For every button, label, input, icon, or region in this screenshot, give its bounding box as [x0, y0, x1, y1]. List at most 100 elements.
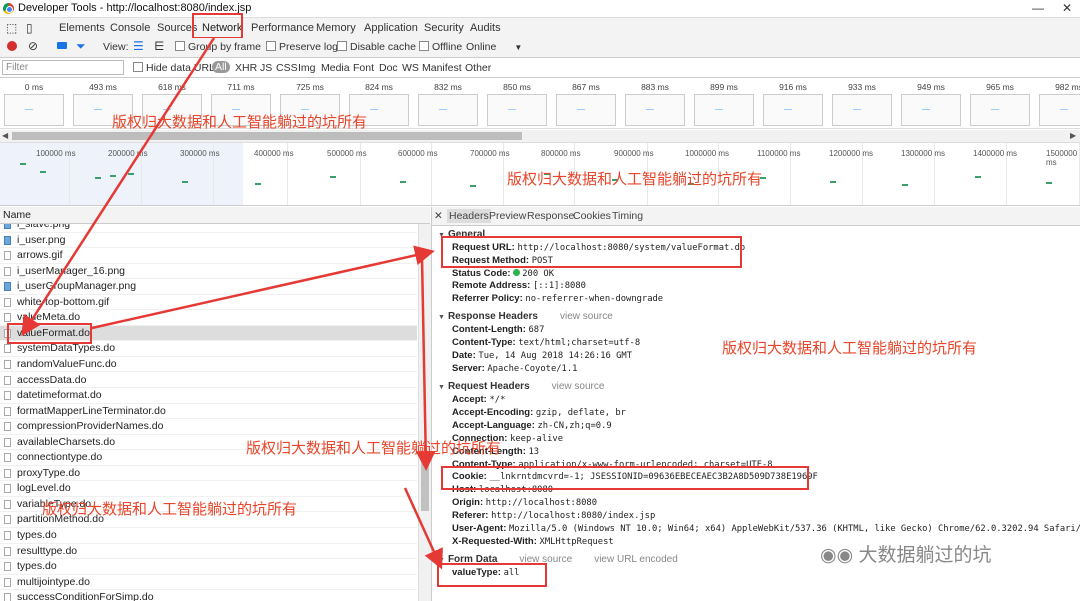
tab-security[interactable]: Security: [424, 22, 464, 34]
throttling-select[interactable]: Online ▼: [466, 41, 522, 53]
request-list-scrollbar[interactable]: [418, 224, 431, 601]
request-row[interactable]: types.do: [0, 528, 417, 544]
request-row[interactable]: i_slave.png: [0, 224, 417, 233]
scrollbar-thumb[interactable]: [12, 132, 522, 140]
screenshot-camera-icon[interactable]: [57, 42, 67, 49]
filter-type-other[interactable]: Other: [465, 62, 491, 74]
request-row[interactable]: formatMapperLineTerminator.do: [0, 404, 417, 420]
header-row: Referrer Policy: no-referrer-when-downgr…: [452, 293, 663, 304]
disable-cache-checkbox[interactable]: Disable cache: [337, 41, 416, 53]
filmstrip-frame[interactable]: [970, 94, 1030, 126]
view-url-encoded-link[interactable]: view URL encoded: [594, 554, 678, 565]
file-icon: [4, 515, 11, 525]
filmstrip-frame[interactable]: [901, 94, 961, 126]
tab-application[interactable]: Application: [364, 22, 418, 34]
tab-timing[interactable]: Timing: [612, 210, 643, 222]
filter-type-img[interactable]: Img: [298, 62, 316, 74]
filter-type-all[interactable]: All: [212, 61, 230, 73]
preserve-log-checkbox[interactable]: Preserve log: [266, 41, 338, 53]
request-row[interactable]: accessData.do: [0, 373, 417, 388]
filter-type-doc[interactable]: Doc: [379, 62, 398, 74]
filter-type-font[interactable]: Font: [353, 62, 374, 74]
filter-type-ws[interactable]: WS: [402, 62, 419, 74]
request-view-source-link[interactable]: view source: [552, 381, 605, 392]
filter-icon[interactable]: ⏷: [76, 39, 86, 54]
request-name: types.do: [17, 560, 57, 573]
tab-memory[interactable]: Memory: [316, 22, 356, 34]
chevron-down-icon: ▼: [514, 43, 523, 52]
record-icon[interactable]: [7, 41, 17, 51]
hide-data-urls-checkbox[interactable]: Hide data URLs: [133, 62, 220, 74]
request-row[interactable]: multijointype.do: [0, 575, 417, 591]
tab-elements[interactable]: Elements: [59, 22, 105, 34]
waterfall-icon[interactable]: ⋿: [154, 39, 164, 53]
tab-console[interactable]: Console: [110, 22, 150, 34]
header-row: Origin: http://localhost:8080: [452, 497, 597, 508]
request-row[interactable]: datetimeformat.do: [0, 388, 417, 404]
header-row: Content-Length: 687: [452, 324, 544, 335]
file-icon: [4, 266, 11, 276]
name-column-header[interactable]: Name: [0, 207, 430, 224]
request-row[interactable]: i_userManager_16.png: [0, 264, 417, 280]
request-name: accessData.do: [17, 373, 87, 386]
header-value: 687: [528, 325, 545, 335]
filmstrip-frame[interactable]: [487, 94, 547, 126]
filmstrip-frame[interactable]: [832, 94, 892, 126]
clear-icon[interactable]: ⊘: [28, 39, 38, 53]
request-row[interactable]: logLevel.do: [0, 481, 417, 497]
filter-type-xhr[interactable]: XHR: [235, 62, 257, 74]
header-key: Content-Length:: [452, 324, 526, 335]
response-view-source-link[interactable]: view source: [560, 311, 613, 322]
tab-headers[interactable]: Headers: [447, 209, 491, 223]
file-icon: [4, 593, 11, 601]
tab-performance[interactable]: Performance: [251, 22, 314, 34]
overview-request-bar: [20, 163, 26, 165]
tab-preview[interactable]: Preview: [489, 210, 526, 222]
request-name: proxyType.do: [17, 466, 81, 479]
scroll-right-icon[interactable]: ▶: [1070, 131, 1076, 140]
inspect-element-icon[interactable]: ⬚: [6, 21, 17, 35]
header-row: Status Code: 200 OK: [452, 268, 554, 279]
header-key: Remote Address:: [452, 280, 531, 292]
filmstrip-frame[interactable]: [625, 94, 685, 126]
filter-type-css[interactable]: CSS: [276, 62, 298, 74]
filmstrip-frame[interactable]: [763, 94, 823, 126]
filmstrip-frame[interactable]: [4, 94, 64, 126]
request-row[interactable]: compressionProviderNames.do: [0, 419, 417, 435]
group-by-frame-checkbox[interactable]: Group by frame: [175, 41, 261, 53]
scrollbar-thumb[interactable]: [421, 451, 429, 511]
device-toolbar-icon[interactable]: ▯: [26, 21, 33, 35]
large-rows-icon[interactable]: ☰: [133, 39, 144, 53]
filter-input[interactable]: Filter: [2, 60, 124, 75]
request-headers-section-header[interactable]: ▼ Request Headers view source: [438, 381, 604, 392]
tab-audits[interactable]: Audits: [470, 22, 501, 34]
tab-response[interactable]: Response: [527, 210, 574, 222]
filter-type-media[interactable]: Media: [321, 62, 350, 74]
request-row[interactable]: arrows.gif: [0, 248, 417, 264]
request-row[interactable]: proxyType.do: [0, 466, 417, 482]
filmstrip-frame[interactable]: [1039, 94, 1080, 126]
form-data-highlight: [437, 563, 547, 587]
request-row[interactable]: randomValueFunc.do: [0, 357, 417, 373]
request-row[interactable]: types.do: [0, 559, 417, 575]
offline-checkbox[interactable]: Offline: [419, 41, 462, 53]
filmstrip-frame[interactable]: [694, 94, 754, 126]
filmstrip-frame[interactable]: [556, 94, 616, 126]
request-row[interactable]: resulttype.do: [0, 544, 417, 560]
request-row[interactable]: white-top-bottom.gif: [0, 295, 417, 311]
scroll-left-icon[interactable]: ◀: [2, 131, 8, 140]
filmstrip-time: 725 ms: [296, 82, 324, 92]
tab-cookies[interactable]: Cookies: [573, 210, 611, 222]
request-row[interactable]: successConditionForSimp.do: [0, 590, 417, 601]
response-headers-section-header[interactable]: ▼ Response Headers view source: [438, 311, 613, 322]
request-row[interactable]: i_userGroupManager.png: [0, 279, 417, 295]
chrome-icon: [3, 3, 14, 14]
filmstrip-frame[interactable]: [418, 94, 478, 126]
filter-type-js[interactable]: JS: [260, 62, 272, 74]
filter-type-manifest[interactable]: Manifest: [422, 62, 462, 74]
request-row[interactable]: i_user.png: [0, 233, 417, 249]
minimize-button[interactable]: —: [1032, 1, 1044, 15]
close-button[interactable]: ✕: [1062, 1, 1072, 15]
close-icon[interactable]: ✕: [434, 210, 443, 222]
filmstrip-time: 832 ms: [434, 82, 462, 92]
